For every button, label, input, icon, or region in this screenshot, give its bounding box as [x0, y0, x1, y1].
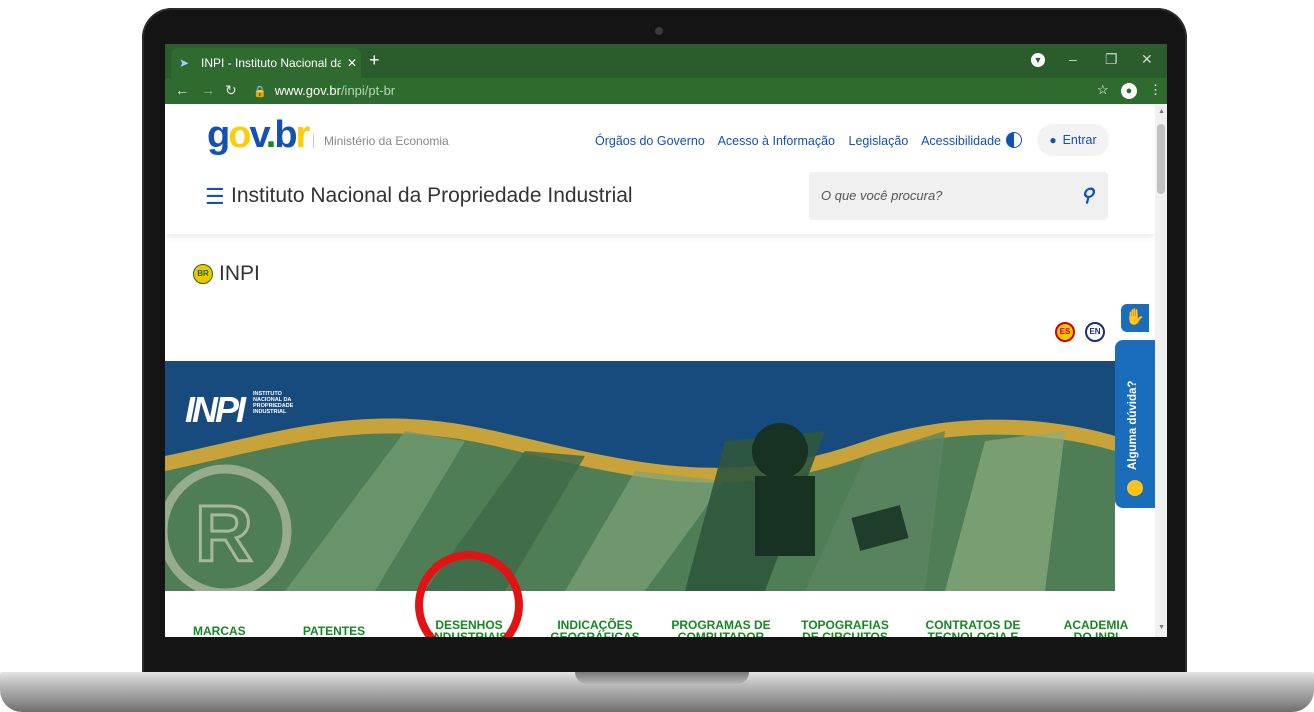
category-patentes[interactable]: PATENTES — [301, 625, 367, 637]
scrollbar-thumb[interactable] — [1157, 124, 1165, 194]
login-button[interactable]: ● Entrar — [1037, 124, 1109, 156]
category-academia-inpi[interactable]: ACADEMIA DO INPI — [1061, 619, 1131, 637]
link-acessibilidade[interactable]: Acessibilidade — [921, 134, 1001, 148]
bookmark-star-icon[interactable]: ☆ — [1097, 82, 1109, 98]
search-placeholder: O que você procura? — [821, 188, 943, 203]
breadcrumb: BR INPI — [193, 262, 260, 286]
inpi-logo: INPI — [185, 389, 246, 430]
close-tab-icon[interactable]: ✕ — [347, 56, 357, 70]
url-host: www.gov.br — [274, 83, 341, 98]
category-indicacoes-geograficas[interactable]: INDICAÇÕES GEOGRÁFICAS — [549, 619, 641, 637]
category-contratos-tecnologia[interactable]: CONTRATOS DE TECNOLOGIA E DE FRANQUIA — [921, 619, 1025, 637]
search-input[interactable]: O que você procura? ⚲ — [809, 172, 1108, 220]
hero-banner: R INPI INSTITUTO NACIONAL DA PROPRIEDADE… — [165, 361, 1115, 591]
tab-title: INPI - Instituto Nacional da Propr — [201, 56, 341, 70]
profile-chip-icon[interactable]: ▼ — [1031, 53, 1045, 67]
back-icon[interactable]: ← — [175, 82, 189, 98]
link-acesso-informacao[interactable]: Acesso à Informação — [718, 134, 835, 148]
language-en-button[interactable]: EN — [1085, 322, 1105, 342]
laptop-notch — [575, 672, 749, 684]
contrast-icon[interactable] — [1006, 132, 1022, 148]
camera-dot — [655, 27, 663, 35]
user-icon: ● — [1049, 133, 1057, 147]
link-legislacao[interactable]: Legislação — [849, 134, 909, 148]
help-avatar-icon — [1127, 480, 1143, 496]
top-links: Órgãos do Governo Acesso à Informação Le… — [595, 134, 1011, 148]
inpi-favicon-icon: ➤ — [179, 56, 190, 70]
reload-icon[interactable]: ↻ — [225, 82, 237, 99]
laptop-screen: ➤ INPI - Instituto Nacional da Propr ✕ +… — [165, 44, 1167, 637]
forward-icon[interactable]: → — [201, 82, 215, 98]
category-programas-computador[interactable]: PROGRAMAS DE COMPUTADOR — [671, 619, 771, 637]
url-path: /inpi/pt-br — [340, 83, 396, 98]
new-tab-icon[interactable]: + — [369, 50, 380, 71]
browser-toolbar: ← → ↻ 🔒 www.gov.br/inpi/pt-br ☆ ● ⋮ — [165, 78, 1167, 104]
web-page: gov.br Ministério da Economia Órgãos do … — [165, 104, 1155, 637]
ministry-label: Ministério da Economia — [313, 134, 449, 148]
category-marcas[interactable]: MARCAS — [193, 625, 246, 637]
brazil-flag-icon: BR — [193, 264, 213, 284]
breadcrumb-label[interactable]: INPI — [219, 262, 260, 286]
help-tab-label: Alguma dúvida? — [1127, 380, 1139, 470]
sign-language-icon[interactable]: ✋ — [1121, 304, 1149, 332]
svg-text:R: R — [195, 489, 253, 578]
scroll-up-icon[interactable]: ▲ — [1158, 108, 1165, 115]
site-header: gov.br Ministério da Economia Órgãos do … — [165, 104, 1155, 234]
minimize-icon[interactable]: – — [1069, 51, 1077, 67]
language-es-button[interactable]: ES — [1055, 322, 1075, 342]
login-label: Entrar — [1062, 133, 1097, 147]
close-window-icon[interactable]: ✕ — [1141, 51, 1153, 68]
browser-tab[interactable]: ➤ INPI - Instituto Nacional da Propr ✕ — [171, 48, 361, 78]
inpi-logo-subtitle: INSTITUTO NACIONAL DA PROPRIEDADE INDUST… — [253, 391, 294, 415]
category-topografias-circuitos[interactable]: TOPOGRAFIAS DE CIRCUITOS INTEGRADOS — [797, 619, 893, 637]
category-nav: MARCAS PATENTES DESENHOS INDUSTRIAIS IND… — [165, 591, 1155, 637]
govbr-logo[interactable]: gov.br — [207, 114, 310, 157]
scroll-down-icon[interactable]: ▼ — [1158, 624, 1165, 631]
site-title: Instituto Nacional da Propriedade Indust… — [231, 184, 633, 207]
maximize-icon[interactable]: ❐ — [1105, 51, 1118, 68]
link-orgaos-governo[interactable]: Órgãos do Governo — [595, 134, 705, 148]
lock-icon: 🔒 — [253, 86, 267, 98]
search-icon[interactable]: ⚲ — [1081, 185, 1094, 206]
hamburger-menu-icon[interactable]: ☰ — [205, 184, 225, 210]
banner-artwork: R — [165, 361, 1115, 591]
browser-menu-icon[interactable]: ⋮ — [1149, 82, 1162, 98]
account-icon[interactable]: ● — [1121, 83, 1137, 99]
browser-tabbar: ➤ INPI - Instituto Nacional da Propr ✕ +… — [165, 44, 1167, 78]
address-bar[interactable]: 🔒 www.gov.br/inpi/pt-br — [253, 81, 1095, 101]
help-tab[interactable]: Alguma dúvida? — [1115, 340, 1155, 508]
